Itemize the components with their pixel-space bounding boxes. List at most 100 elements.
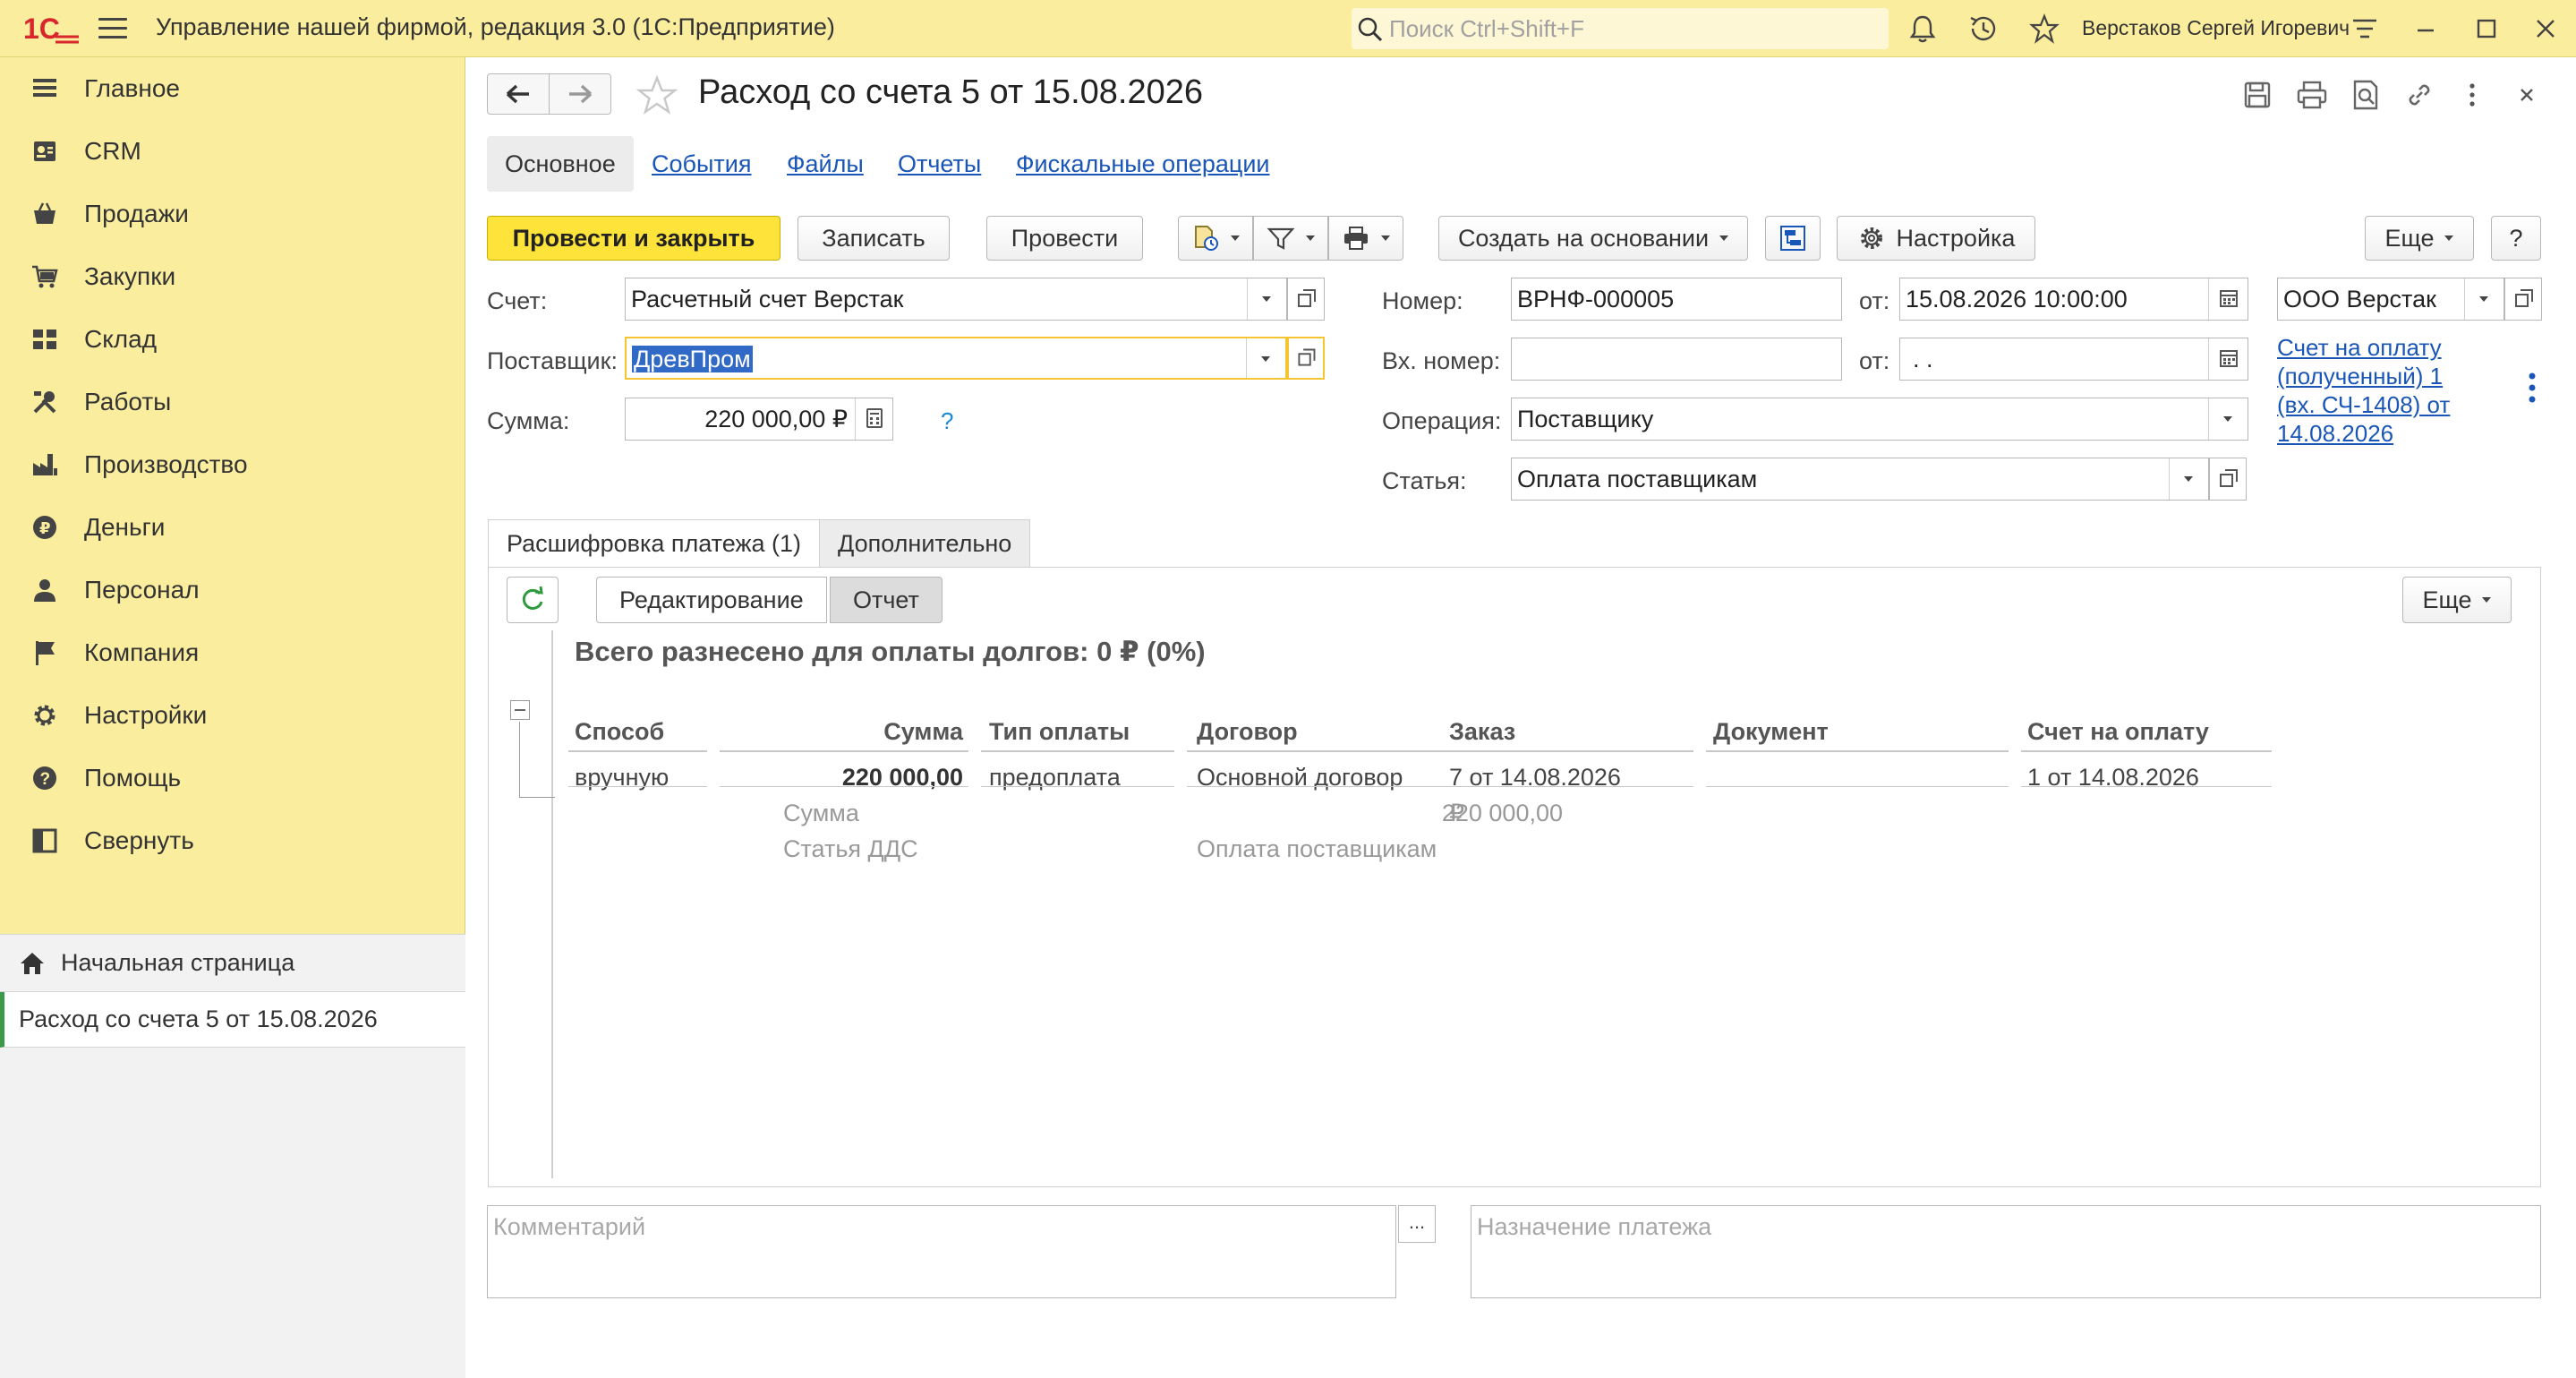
article-value: Оплата поставщикам (1517, 466, 1758, 492)
column-header-contract: Договор (1197, 718, 1298, 745)
organization-field[interactable]: ООО Верстак (2277, 278, 2504, 321)
settings-button[interactable]: Настройка (1837, 216, 2035, 261)
organization-open-button[interactable] (2504, 278, 2542, 321)
more-vertical-icon[interactable] (2519, 369, 2546, 407)
sidebar-item-sales[interactable]: Продажи (0, 183, 465, 245)
filter-dropdown-button[interactable] (1253, 216, 1328, 261)
sum-help-hint[interactable]: ? (941, 407, 953, 435)
sum-field[interactable]: 220 000,00 ₽ (625, 398, 893, 441)
column-header-payment-type: Тип оплаты (989, 718, 1130, 745)
comment-field[interactable] (487, 1205, 1396, 1298)
minimize-icon[interactable] (2410, 13, 2442, 45)
sidebar-item-collapse[interactable]: Свернуть (0, 809, 465, 872)
refresh-button[interactable] (507, 577, 559, 623)
settings-lines-icon[interactable] (2349, 13, 2381, 45)
search-input[interactable] (1387, 13, 1880, 44)
link-icon[interactable] (2401, 77, 2437, 113)
back-button[interactable] (487, 73, 550, 115)
row-underline (1187, 786, 1464, 787)
in-number-field[interactable] (1511, 338, 1842, 381)
print-dropdown-button[interactable] (1328, 216, 1403, 261)
warehouse-icon (33, 330, 56, 349)
main-menu-icon[interactable] (98, 18, 127, 39)
structure-button[interactable] (1765, 216, 1821, 261)
print-icon[interactable] (2294, 77, 2330, 113)
sidebar-item-company[interactable]: Компания (0, 621, 465, 684)
sidebar-item-warehouse[interactable]: Склад (0, 308, 465, 371)
tab-reports[interactable]: Отчеты (898, 136, 981, 192)
account-dropdown-button[interactable] (1247, 278, 1286, 320)
article-dropdown-button[interactable] (2169, 458, 2208, 500)
arrow-right-icon (569, 84, 593, 104)
1c-logo-icon[interactable]: 1C (23, 11, 79, 47)
comment-expand-button[interactable]: ... (1398, 1205, 1436, 1243)
create-based-on-label: Создать на основании (1457, 224, 1710, 252)
collapse-row-toggle[interactable] (510, 700, 530, 720)
help-button[interactable]: ? (2491, 216, 2541, 261)
post-and-close-button[interactable]: Провести и закрыть (487, 216, 780, 261)
tab-events[interactable]: События (652, 136, 751, 192)
operation-dropdown-button[interactable] (2208, 398, 2248, 440)
maximize-icon[interactable] (2470, 13, 2503, 45)
mode-report-button[interactable]: Отчет (830, 577, 943, 623)
tab-main[interactable]: Основное (487, 136, 634, 192)
tab-additional[interactable]: Дополнительно (819, 519, 1031, 568)
add-favorite-star-icon[interactable] (635, 73, 679, 118)
invoice-link[interactable]: Счет на оплату (полученный) 1 (вх. СЧ-14… (2277, 333, 2483, 448)
save-button[interactable]: Записать (798, 216, 950, 261)
header-underline (2021, 750, 2272, 752)
date-picker-button[interactable] (2208, 278, 2248, 320)
article-label: Статья: (1382, 467, 1467, 494)
open-home-page[interactable]: Начальная страница (0, 935, 465, 992)
sidebar-item-personnel[interactable]: Персонал (0, 559, 465, 621)
supplier-open-button[interactable] (1287, 337, 1325, 380)
forward-button[interactable] (549, 73, 611, 115)
sidebar-item-purchases[interactable]: Закупки (0, 245, 465, 308)
panel-more-button[interactable]: Еще (2402, 577, 2512, 623)
close-window-icon[interactable] (2529, 13, 2562, 45)
tab-payment-breakdown[interactable]: Расшифровка платежа (1) (488, 519, 821, 568)
svg-text:?: ? (40, 770, 51, 789)
supplier-dropdown-button[interactable] (1246, 338, 1285, 378)
sidebar-item-main[interactable]: Главное (0, 57, 465, 120)
save-disk-icon[interactable] (2239, 77, 2275, 113)
number-field[interactable]: ВРНФ-000005 (1511, 278, 1842, 321)
user-name[interactable]: Верстаков Сергей Игоревич (2082, 16, 2350, 40)
app-title: Управление нашей фирмой, редакция 3.0 (1… (156, 13, 835, 40)
organization-dropdown-button[interactable] (2464, 278, 2503, 320)
article-open-button[interactable] (2209, 458, 2247, 501)
open-document-tab[interactable]: Расход со счета 5 от 15.08.2026 (0, 992, 465, 1048)
sidebar-item-settings[interactable]: Настройки (0, 684, 465, 747)
in-date-picker-button[interactable] (2208, 338, 2248, 380)
payment-purpose-field[interactable] (1471, 1205, 2541, 1298)
supplier-field[interactable]: ДревПром (625, 337, 1287, 380)
in-date-field[interactable]: . . (1899, 338, 2248, 381)
account-field[interactable]: Расчетный счет Верстак (625, 278, 1287, 321)
article-field[interactable]: Оплата поставщикам (1511, 458, 2209, 501)
date-label: от: (1859, 287, 1890, 314)
close-form-icon[interactable] (2509, 77, 2545, 113)
date-field[interactable]: 15.08.2026 10:00:00 (1899, 278, 2248, 321)
sidebar-item-works[interactable]: Работы (0, 371, 465, 433)
calculator-button[interactable] (855, 398, 892, 440)
sidebar-item-crm[interactable]: CRM (0, 120, 465, 183)
mode-edit-button[interactable]: Редактирование (596, 577, 827, 623)
sidebar-item-help[interactable]: ? Помощь (0, 747, 465, 809)
more-vertical-icon[interactable] (2454, 77, 2490, 113)
svg-text:1C: 1C (23, 13, 60, 45)
account-open-button[interactable] (1287, 278, 1325, 321)
sidebar-item-money[interactable]: ₽ Деньги (0, 496, 465, 559)
create-based-on-button[interactable]: Создать на основании (1438, 216, 1748, 261)
global-search[interactable] (1352, 8, 1889, 49)
documents-dropdown-button[interactable] (1178, 216, 1253, 261)
operation-field[interactable]: Поставщику (1511, 398, 2248, 441)
history-icon[interactable] (1967, 13, 2000, 45)
preview-icon[interactable] (2348, 77, 2384, 113)
favorites-star-icon[interactable] (2028, 13, 2060, 45)
more-button[interactable]: Еще (2365, 216, 2474, 261)
sidebar-item-production[interactable]: Производство (0, 433, 465, 496)
post-button[interactable]: Провести (986, 216, 1143, 261)
tab-files[interactable]: Файлы (787, 136, 864, 192)
tab-fiscal-operations[interactable]: Фискальные операции (1016, 136, 1270, 192)
bell-icon[interactable] (1906, 13, 1939, 45)
